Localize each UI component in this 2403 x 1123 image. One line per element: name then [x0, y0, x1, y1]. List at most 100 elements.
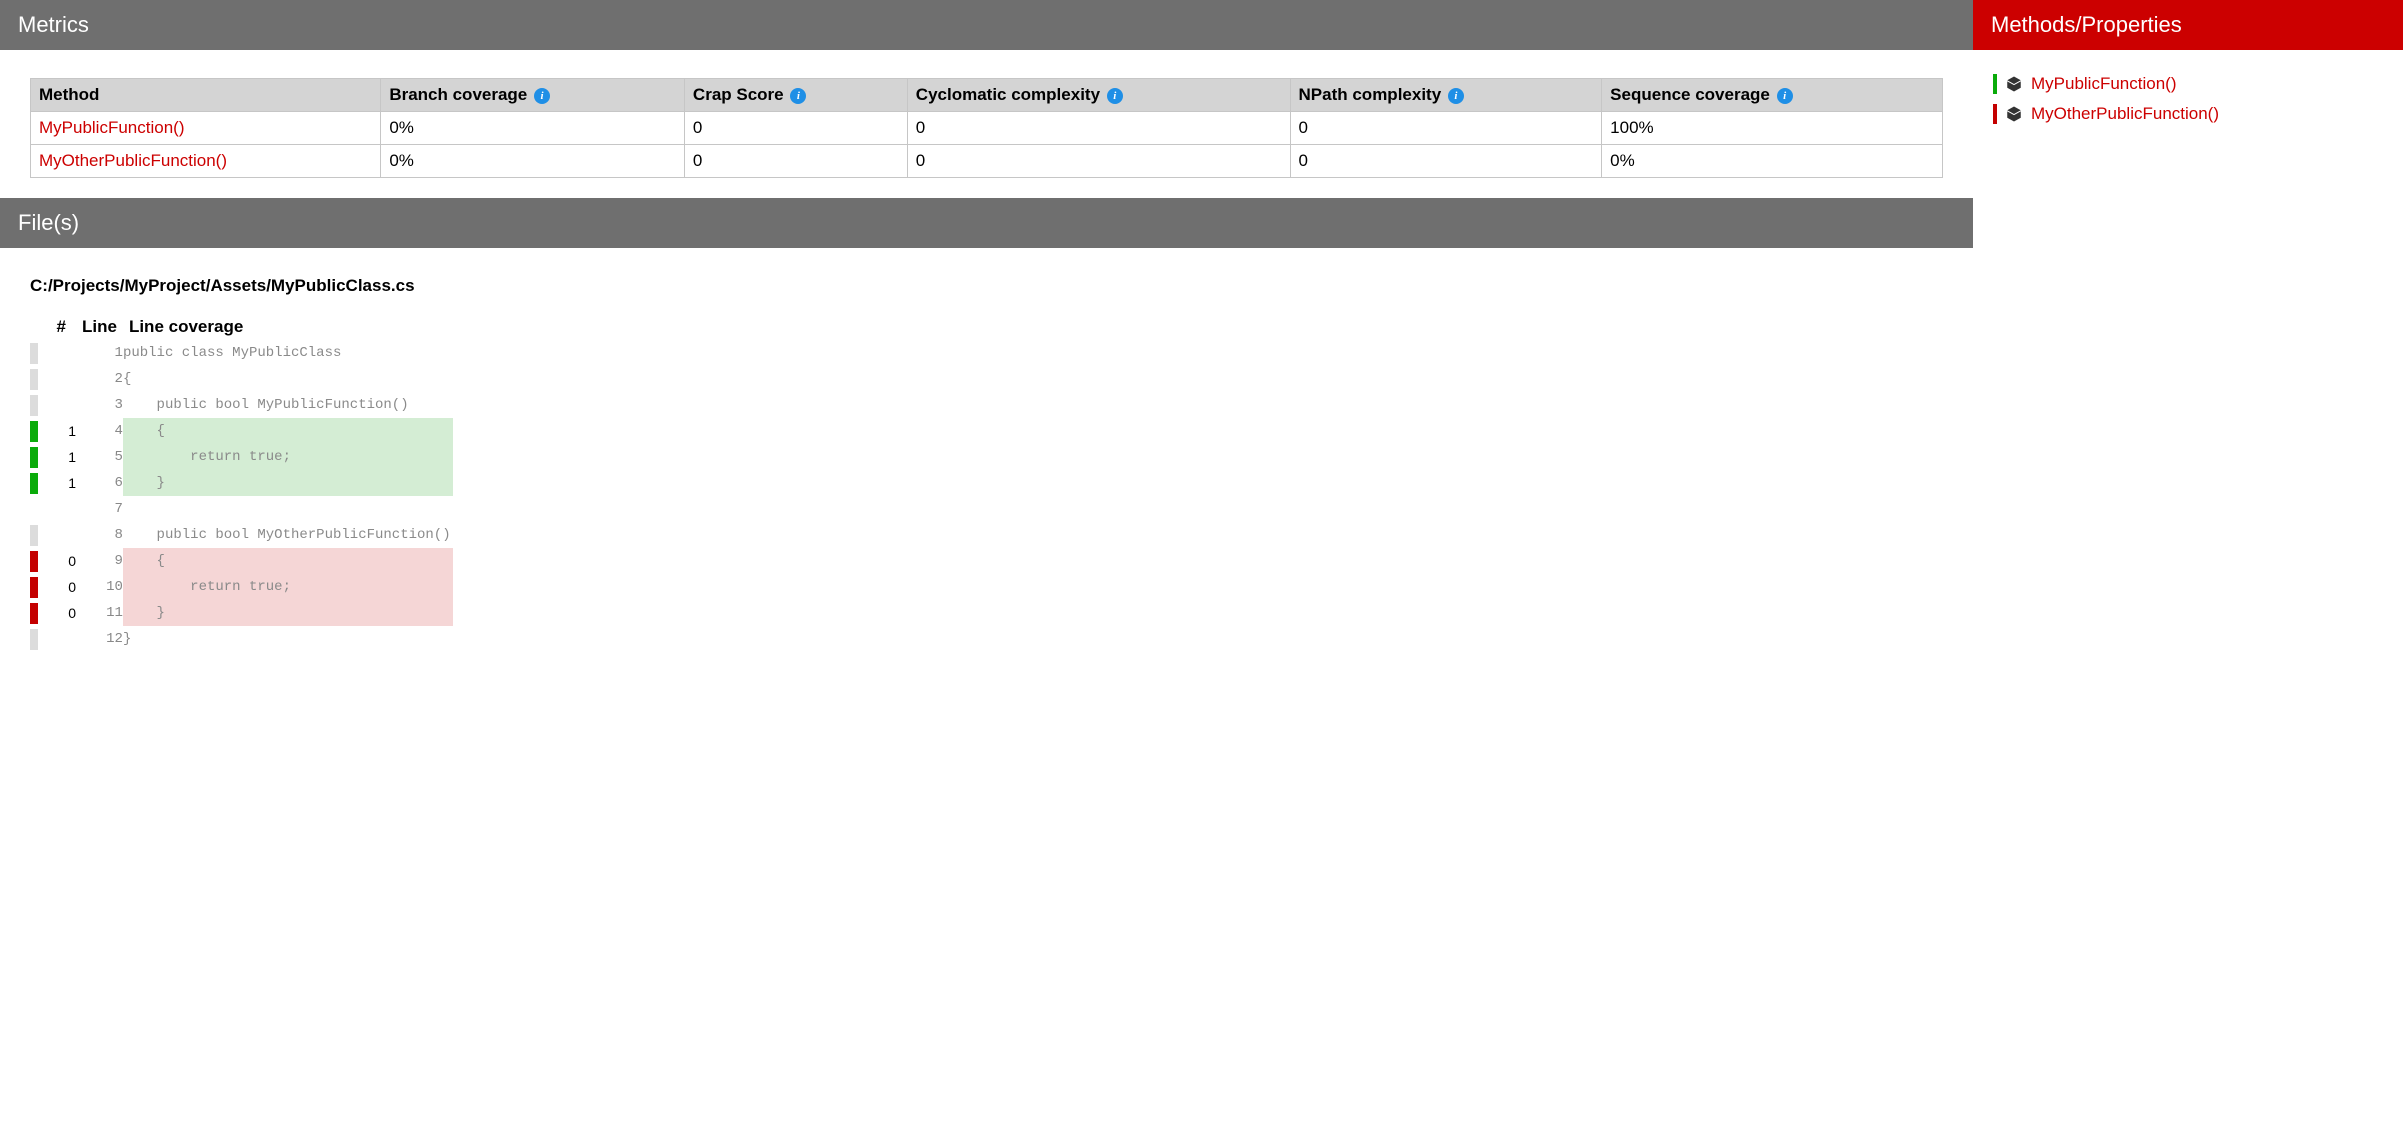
coverage-bar-icon	[30, 395, 38, 416]
code-line: 15 return true;	[30, 444, 453, 470]
col-method[interactable]: Method	[31, 79, 381, 112]
coverage-bar-icon	[30, 551, 38, 572]
method-link[interactable]: MyPublicFunction()	[39, 118, 185, 137]
info-icon[interactable]: i	[1777, 88, 1793, 104]
info-icon[interactable]: i	[1107, 88, 1123, 104]
code-line: 16 }	[30, 470, 453, 496]
info-icon[interactable]: i	[534, 88, 550, 104]
col-branch-label: Branch coverage	[389, 85, 527, 104]
metrics-body: Method Branch coverage i Crap Score i Cy…	[0, 50, 1973, 198]
methods-list: MyPublicFunction() MyOtherPublicFunction(…	[1973, 50, 2403, 158]
col-hits: #	[42, 314, 76, 340]
source-text: return true;	[123, 574, 453, 600]
metrics-row: MyPublicFunction()0%000100%	[31, 112, 1943, 145]
hit-count	[42, 496, 76, 522]
code-line: 8 public bool MyOtherPublicFunction()	[30, 522, 453, 548]
file-path: C:/Projects/MyProject/Assets/MyPublicCla…	[30, 276, 1943, 296]
line-number: 12	[76, 626, 123, 652]
cell-crap: 0	[684, 112, 907, 145]
source-text: return true;	[123, 444, 453, 470]
cell-branch: 0%	[381, 112, 685, 145]
coverage-bar-icon	[1993, 74, 1997, 94]
hit-count	[42, 340, 76, 366]
line-number: 9	[76, 548, 123, 574]
hit-count	[42, 366, 76, 392]
hit-count: 0	[42, 548, 76, 574]
coverage-bar-icon	[30, 343, 38, 364]
files-header: File(s)	[0, 198, 1973, 248]
info-icon[interactable]: i	[790, 88, 806, 104]
cell-npath: 0	[1290, 112, 1602, 145]
side-column: Methods/Properties MyPublicFunction() MyO…	[1973, 0, 2403, 1123]
methods-header: Methods/Properties	[1973, 0, 2403, 50]
col-seq-label: Sequence coverage	[1610, 85, 1770, 104]
method-link[interactable]: MyPublicFunction()	[2031, 74, 2177, 94]
code-line: 010 return true;	[30, 574, 453, 600]
method-link[interactable]: MyOtherPublicFunction()	[39, 151, 227, 170]
coverage-bar-icon	[30, 473, 38, 494]
col-npath-label: NPath complexity	[1299, 85, 1442, 104]
col-crap[interactable]: Crap Score i	[684, 79, 907, 112]
coverage-bar-icon	[30, 421, 38, 442]
code-line: 1public class MyPublicClass	[30, 340, 453, 366]
col-cyclo-label: Cyclomatic complexity	[916, 85, 1100, 104]
coverage-bar-icon	[1993, 104, 1997, 124]
coverage-bar-icon	[30, 369, 38, 390]
hit-count: 0	[42, 574, 76, 600]
code-table: # Line Line coverage 1public class MyPub…	[30, 314, 453, 652]
line-number: 2	[76, 366, 123, 392]
main-column: Metrics Method Branch coverage i Crap Sc…	[0, 0, 1973, 1123]
coverage-bar-icon	[30, 525, 38, 546]
col-lineno: Line	[76, 314, 123, 340]
line-number: 5	[76, 444, 123, 470]
line-number: 7	[76, 496, 123, 522]
code-line: 12}	[30, 626, 453, 652]
source-text: }	[123, 470, 453, 496]
method-list-item[interactable]: MyPublicFunction()	[1993, 74, 2383, 94]
source-text: public class MyPublicClass	[123, 340, 453, 366]
hit-count	[42, 522, 76, 548]
code-line: 011 }	[30, 600, 453, 626]
hit-count: 1	[42, 418, 76, 444]
col-coverage: Line coverage	[123, 314, 453, 340]
cube-icon	[2005, 75, 2023, 93]
cube-icon	[2005, 105, 2023, 123]
cell-seq: 100%	[1602, 112, 1943, 145]
files-body: C:/Projects/MyProject/Assets/MyPublicCla…	[0, 248, 1973, 682]
metrics-header: Metrics	[0, 0, 1973, 50]
line-number: 1	[76, 340, 123, 366]
cell-cyclo: 0	[907, 112, 1290, 145]
col-seq[interactable]: Sequence coverage i	[1602, 79, 1943, 112]
col-npath[interactable]: NPath complexity i	[1290, 79, 1602, 112]
source-text: public bool MyOtherPublicFunction()	[123, 522, 453, 548]
method-link[interactable]: MyOtherPublicFunction()	[2031, 104, 2219, 124]
code-line: 3 public bool MyPublicFunction()	[30, 392, 453, 418]
code-line: 7	[30, 496, 453, 522]
hit-count	[42, 392, 76, 418]
source-text: {	[123, 418, 453, 444]
hit-count	[42, 626, 76, 652]
cell-npath: 0	[1290, 145, 1602, 178]
line-number: 3	[76, 392, 123, 418]
source-text: }	[123, 626, 453, 652]
col-cyclo[interactable]: Cyclomatic complexity i	[907, 79, 1290, 112]
source-text: }	[123, 600, 453, 626]
info-icon[interactable]: i	[1448, 88, 1464, 104]
col-branch[interactable]: Branch coverage i	[381, 79, 685, 112]
cell-cyclo: 0	[907, 145, 1290, 178]
cell-seq: 0%	[1602, 145, 1943, 178]
metrics-table: Method Branch coverage i Crap Score i Cy…	[30, 78, 1943, 178]
code-line: 09 {	[30, 548, 453, 574]
hit-count: 1	[42, 444, 76, 470]
method-list-item[interactable]: MyOtherPublicFunction()	[1993, 104, 2383, 124]
line-number: 6	[76, 470, 123, 496]
hit-count: 1	[42, 470, 76, 496]
code-line: 14 {	[30, 418, 453, 444]
source-text: public bool MyPublicFunction()	[123, 392, 453, 418]
line-number: 10	[76, 574, 123, 600]
source-text: {	[123, 548, 453, 574]
line-number: 4	[76, 418, 123, 444]
coverage-bar-icon	[30, 447, 38, 468]
metrics-row: MyOtherPublicFunction()0%0000%	[31, 145, 1943, 178]
col-crap-label: Crap Score	[693, 85, 784, 104]
